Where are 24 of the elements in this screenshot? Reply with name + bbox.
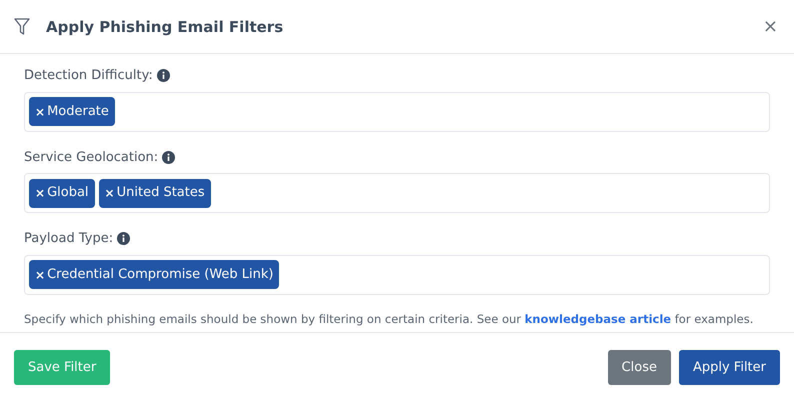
info-icon[interactable] xyxy=(117,232,130,246)
help-text: Specify which phishing emails should be shown by filtering on certain criteria. See our knowledgebase article for examples. xyxy=(23,310,754,328)
remove-tag-button[interactable]: × xyxy=(35,102,48,120)
tag-input-field[interactable]: ×Moderate xyxy=(24,92,770,132)
field-label: Payload Type: xyxy=(24,230,114,248)
field-label: Detection Difficulty: xyxy=(24,67,153,85)
tag-input-field[interactable]: ×Credential Compromise (Web Link) xyxy=(24,254,770,294)
filter-icon xyxy=(14,18,30,36)
info-icon[interactable] xyxy=(162,150,176,164)
tag-label: Moderate xyxy=(47,102,109,121)
apply-filter-button[interactable]: Apply Filter xyxy=(678,350,780,385)
field-label: Service Geolocation: xyxy=(24,148,158,166)
remove-tag-button[interactable]: × xyxy=(35,266,48,284)
close-button[interactable]: Close xyxy=(608,350,671,385)
info-icon[interactable] xyxy=(156,69,170,82)
tag-input-field[interactable]: ×Global ×United States xyxy=(24,173,770,213)
close-button[interactable]: × xyxy=(760,18,780,36)
tag-label: United States xyxy=(116,184,205,202)
dialog-title: Apply Phishing Email Filters xyxy=(46,18,284,36)
remove-tag-button[interactable]: × xyxy=(104,184,117,202)
tag-label: Global xyxy=(47,184,89,202)
knowledgebase-link[interactable]: knowledgebase article xyxy=(524,312,672,326)
remove-tag-button[interactable]: × xyxy=(35,184,48,202)
tag-label: Credential Compromise (Web Link) xyxy=(47,266,274,284)
